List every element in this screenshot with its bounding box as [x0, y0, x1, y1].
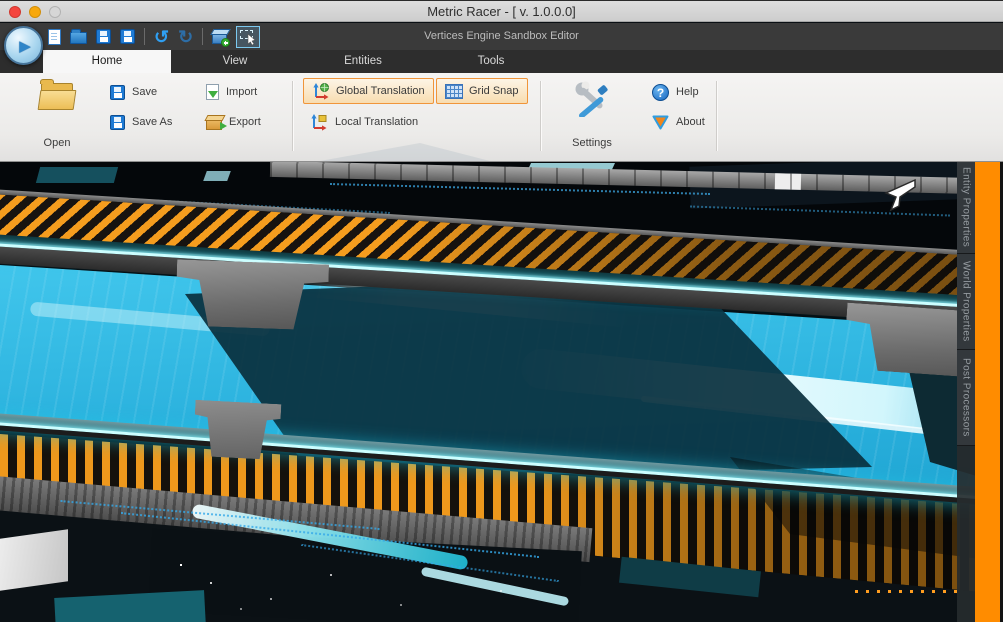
- play-icon: ▶: [16, 37, 31, 55]
- save-as-button[interactable]: Save As: [110, 111, 172, 133]
- save-icon[interactable]: [96, 29, 111, 44]
- save-label: Save: [132, 86, 157, 98]
- open-button[interactable]: Open: [26, 77, 88, 155]
- tab-home[interactable]: Home: [43, 50, 171, 73]
- import-icon: [206, 84, 219, 100]
- open-file-icon[interactable]: [70, 32, 87, 44]
- viewport-3d-scene[interactable]: Entity Properties World Properties Post …: [0, 162, 1003, 622]
- global-translation-label: Global Translation: [336, 85, 425, 97]
- tab-post-processors[interactable]: Post Processors: [957, 350, 975, 446]
- group-separator: [292, 81, 293, 151]
- side-tab-label: Post Processors: [961, 358, 972, 437]
- collapsed-panel-strip[interactable]: [975, 162, 1000, 622]
- quick-access-toolbar: Vertices Engine Sandbox Editor ↺ ↻: [0, 23, 1003, 50]
- group-separator: [540, 81, 541, 151]
- side-tab-label: Entity Properties: [961, 167, 972, 247]
- toolbar-separator: [202, 28, 203, 45]
- help-label: Help: [676, 86, 699, 98]
- help-button[interactable]: ? Help: [652, 81, 699, 103]
- grid-snap-icon: [445, 84, 463, 99]
- open-folder-icon: [38, 81, 76, 111]
- save-button[interactable]: Save: [110, 81, 157, 103]
- grid-snap-button[interactable]: Grid Snap: [436, 78, 528, 104]
- toolbar-separator: [144, 28, 145, 45]
- save-icon: [110, 85, 125, 100]
- scene-speckles: [180, 564, 182, 566]
- titlebar: Metric Racer - [ v. 1.0.0.0]: [0, 0, 1003, 22]
- run-game-button[interactable]: ▶: [4, 26, 43, 65]
- select-tool-button[interactable]: [236, 26, 260, 48]
- tab-entities[interactable]: Entities: [299, 50, 427, 73]
- export-icon: [206, 118, 222, 130]
- app-window: Metric Racer - [ v. 1.0.0.0] Vertices En…: [0, 0, 1003, 622]
- mouse-cursor: [883, 178, 917, 212]
- settings-label: Settings: [572, 137, 612, 149]
- tab-world-properties[interactable]: World Properties: [957, 254, 975, 350]
- about-label: About: [676, 116, 705, 128]
- scene-structure: [203, 171, 231, 181]
- settings-button[interactable]: Settings: [562, 77, 622, 155]
- window-title: Metric Racer - [ v. 1.0.0.0]: [0, 1, 1003, 21]
- export-button[interactable]: Export: [206, 111, 261, 133]
- help-icon: ?: [652, 84, 669, 101]
- local-translation-label: Local Translation: [335, 116, 418, 128]
- global-translation-icon: [312, 82, 330, 100]
- tab-entity-properties[interactable]: Entity Properties: [957, 162, 975, 254]
- local-translation-icon: [310, 113, 328, 131]
- ribbon-home-panel: Open Save Save As Import Export Global T…: [0, 73, 1003, 162]
- group-separator: [716, 81, 717, 151]
- open-label: Open: [44, 137, 71, 149]
- save-as-icon[interactable]: [120, 29, 135, 44]
- local-translation-button[interactable]: Local Translation: [310, 111, 418, 133]
- ribbon-tab-bar: Home View Entities Tools: [0, 50, 1003, 73]
- side-tab-label: World Properties: [961, 261, 972, 342]
- import-label: Import: [226, 86, 257, 98]
- grid-snap-label: Grid Snap: [469, 85, 519, 97]
- about-vertices-logo-icon: [652, 115, 669, 130]
- settings-icon: [573, 81, 611, 117]
- tab-tools[interactable]: Tools: [427, 50, 555, 73]
- about-button[interactable]: About: [652, 111, 705, 133]
- machinery-slab: [0, 529, 68, 591]
- tab-view[interactable]: View: [171, 50, 299, 73]
- cursor-arrow-icon: [247, 34, 256, 45]
- plus-badge-icon: [221, 38, 230, 47]
- add-entity-icon[interactable]: [212, 32, 227, 44]
- redo-icon[interactable]: ↻: [178, 28, 193, 46]
- scene-structure: [36, 167, 118, 183]
- save-as-label: Save As: [132, 116, 172, 128]
- scene-lights: [855, 590, 965, 593]
- new-file-icon[interactable]: [48, 29, 61, 45]
- side-tab-strip: Entity Properties World Properties Post …: [957, 162, 975, 622]
- global-translation-button[interactable]: Global Translation: [303, 78, 434, 104]
- import-button[interactable]: Import: [206, 81, 257, 103]
- export-label: Export: [229, 116, 261, 128]
- undo-icon[interactable]: ↺: [154, 28, 169, 46]
- save-as-icon: [110, 115, 125, 130]
